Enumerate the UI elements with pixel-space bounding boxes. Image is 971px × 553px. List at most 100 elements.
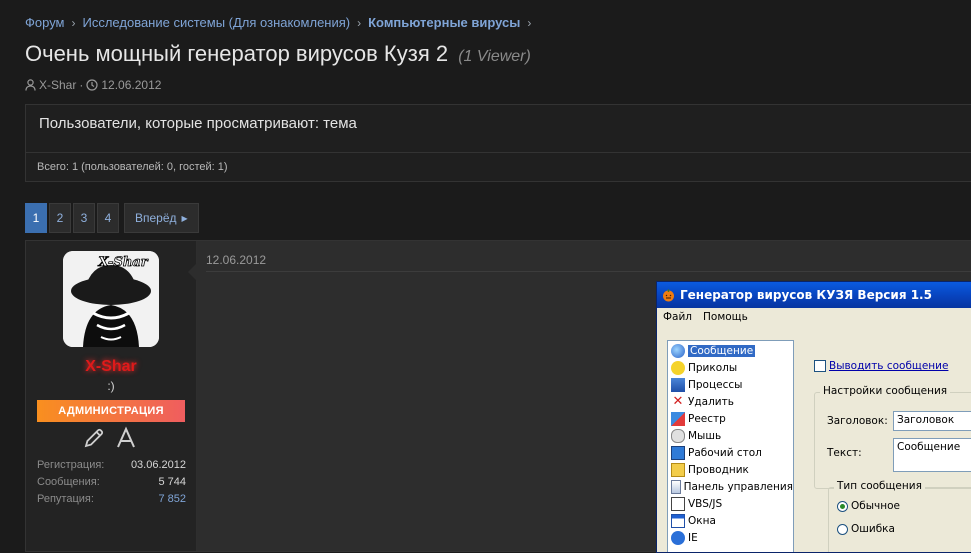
mouse-icon [671,428,685,443]
user-badges [82,426,138,450]
list-item-windows[interactable]: Окна [668,512,793,529]
registry-icon [671,411,685,426]
stat-label: Сообщения: [37,476,100,488]
page-1-button[interactable]: 1 [25,203,47,233]
list-item-mouse[interactable]: Мышь [668,427,793,444]
checkbox-label: Выводить сообщение [829,360,949,372]
stat-registration: Регистрация: 03.06.2012 [37,457,186,474]
breadcrumb-system-research[interactable]: Исследование системы (Для ознакомления) [83,15,351,30]
viewers-heading: Пользователи, которые просматривают: тем… [26,105,971,153]
post-username[interactable]: X-Shar [26,358,196,376]
menu-file[interactable]: Файл [663,311,692,323]
radio-dot [837,523,848,535]
show-message-checkbox[interactable]: Выводить сообщение [814,360,948,372]
delete-x-icon: ✕ [672,393,684,409]
list-item-delete[interactable]: ✕ Удалить [668,393,793,410]
divider [206,271,971,272]
list-item-message[interactable]: Сообщение [668,342,793,359]
post-date[interactable]: 12.06.2012 [206,253,266,267]
stat-reputation: Репутация: 7 852 [37,491,186,508]
thread-author[interactable]: X-Shar [39,78,76,92]
message-type-title: Тип сообщения [834,480,925,492]
avatar-image: X-Shar [63,251,159,347]
radio-error[interactable]: Ошибка [837,523,895,535]
desktop-icon [671,445,685,460]
text-input[interactable]: Сообщение [893,438,971,472]
next-page-label: Вперёд [135,211,177,225]
header-label: Заголовок: [827,415,888,427]
list-item-label: Проводник [688,463,749,476]
list-item-registry[interactable]: Реестр [668,410,793,427]
avatar[interactable]: X-Shar [63,251,159,347]
embedded-app-screenshot[interactable]: Генератор вирусов КУЗЯ Версия 1.5 Файл П… [656,281,971,553]
clock-icon [86,79,98,91]
list-item-vbs-js[interactable]: VBS/JS [668,495,793,512]
avatar-label: X-Shar [97,255,148,270]
list-item-label: Окна [688,514,716,527]
user-title: :) [107,379,115,393]
stat-label: Репутация: [37,493,94,505]
user-stats: Регистрация: 03.06.2012 Сообщения: 5 744… [37,457,186,508]
breadcrumb-computer-viruses[interactable]: Компьютерные вирусы [368,15,520,30]
stat-value-link[interactable]: 7 852 [158,491,186,508]
list-item-label: Удалить [688,395,734,408]
pagination: 1 2 3 4 Вперёд ▶ [25,203,199,233]
list-item-label: Мышь [688,429,722,442]
user-icon [25,79,36,91]
thread-meta: X-Shar · 12.06.2012 [25,78,161,92]
viewer-count: (1 Viewer) [458,48,531,65]
page-4-button[interactable]: 4 [97,203,119,233]
menu-help[interactable]: Помощь [703,311,748,323]
script-icon [671,496,685,511]
text-label: Текст: [827,447,862,459]
chevron-right-icon: › [71,15,76,30]
list-item-explorer[interactable]: Проводник [668,461,793,478]
next-page-button[interactable]: Вперёд ▶ [124,203,199,233]
page-2-button[interactable]: 2 [49,203,71,233]
message-type-group [828,487,971,552]
thread-date[interactable]: 12.06.2012 [101,78,161,92]
radio-label: Обычное [851,500,900,512]
page-title: Очень мощный генератор вирусов Кузя 2 (1… [25,41,531,67]
radio-label: Ошибка [851,523,895,535]
list-item-ie[interactable]: IE [668,529,793,546]
post-user-column: X-Shar X-Shar :) АДМИНИСТРАЦИЯ Регистрац… [26,241,197,551]
stat-label: Регистрация: [37,459,105,471]
list-item-label: Приколы [688,361,738,374]
page-3-button[interactable]: 3 [73,203,95,233]
radio-dot [837,500,848,512]
list-item-label: Реестр [688,412,726,425]
post-arrow [188,263,197,281]
window-icon [671,513,685,528]
message-settings-title: Настройки сообщения [820,385,951,397]
globe-icon [671,343,685,358]
list-item-label: IE [688,531,698,544]
thread-title: Очень мощный генератор вирусов Кузя 2 [25,41,449,66]
chevron-right-icon: › [357,15,362,30]
checkbox-box [814,360,826,372]
folder-icon [671,462,685,477]
list-item-desktop[interactable]: Рабочий стол [668,444,793,461]
windows-icon [671,377,685,392]
list-item-jokes[interactable]: Приколы [668,359,793,376]
list-item-label: Рабочий стол [688,446,762,459]
app-titlebar: Генератор вирусов КУЗЯ Версия 1.5 [657,282,971,308]
app-title: Генератор вирусов КУЗЯ Версия 1.5 [680,288,932,302]
radio-normal[interactable]: Обычное [837,500,900,512]
viewers-block: Пользователи, которые просматривают: тем… [25,104,971,182]
app-menubar: Файл Помощь [657,308,971,326]
list-item-processes[interactable]: Процессы [668,376,793,393]
list-item-label: Панель управления [683,480,793,493]
breadcrumb: Форум › Исследование системы (Для ознако… [25,15,538,30]
list-item-label: VBS/JS [688,497,723,510]
chevron-right-icon: › [527,15,532,30]
header-input[interactable]: Заголовок [893,411,971,431]
staff-banner: АДМИНИСТРАЦИЯ [37,400,185,422]
caret-right-icon: ▶ [181,213,188,223]
list-item-control-panel[interactable]: Панель управления [668,478,793,495]
stat-messages: Сообщения: 5 744 [37,474,186,491]
breadcrumb-forum[interactable]: Форум [25,15,65,30]
separator-dot: · [79,78,84,92]
list-item-label: Сообщение [688,344,756,357]
pumpkin-icon [663,289,674,301]
